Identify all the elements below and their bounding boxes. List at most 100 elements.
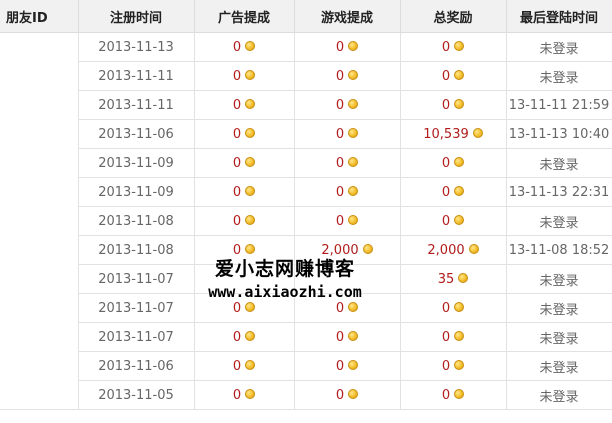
cell-game-commission-value: 0 [335, 155, 345, 171]
cell-ad-commission-value: 0 [232, 126, 242, 142]
cell-last-login: 未登录 [506, 264, 612, 294]
cell-total-reward: 0 [400, 293, 507, 323]
cell-ad-commission: 0 [194, 119, 295, 149]
cell-register-time: 2013-11-07 [78, 293, 195, 323]
cell-last-login: 未登录 [506, 351, 612, 381]
header-game-commission[interactable]: 游戏提成 [294, 0, 401, 33]
cell-ad-commission: 0 [194, 61, 295, 91]
table-row: 2013-11-07 35 未登录 [0, 264, 612, 294]
cell-game-commission: 0 [294, 293, 401, 323]
gold-coin-icon [454, 360, 465, 370]
cell-last-login: 13-11-13 10:40 [506, 119, 612, 149]
cell-total-reward: 0 [400, 177, 507, 207]
gold-coin-icon [245, 215, 256, 225]
cell-register-time: 2013-11-08 [78, 235, 195, 265]
cell-ad-commission-value: 0 [232, 97, 242, 113]
gold-coin-icon [245, 244, 256, 254]
cell-last-login: 未登录 [506, 293, 612, 323]
table-row: 2013-11-07 0 0 0 未登录 [0, 322, 612, 352]
gold-coin-icon [245, 41, 256, 51]
cell-game-commission: 0 [294, 351, 401, 381]
header-friend-id[interactable]: 朋友ID [0, 0, 79, 33]
cell-register-time: 2013-11-09 [78, 177, 195, 207]
cell-total-reward: 0 [400, 148, 507, 178]
gold-coin-icon [245, 360, 256, 370]
gold-coin-icon [348, 70, 359, 80]
cell-register-time: 2013-11-09 [78, 148, 195, 178]
cell-game-commission-value: 0 [335, 39, 345, 55]
table-row: 2013-11-06 0 0 0 未登录 [0, 351, 612, 381]
header-register-time[interactable]: 注册时间 [78, 0, 195, 33]
cell-ad-commission-value: 0 [232, 213, 242, 229]
cell-total-reward-value: 0 [441, 329, 451, 345]
header-total-reward[interactable]: 总奖励 [400, 0, 507, 33]
cell-register-time: 2013-11-11 [78, 90, 195, 120]
header-ad-commission[interactable]: 广告提成 [194, 0, 295, 33]
cell-total-reward: 2,000 [400, 235, 507, 265]
table-row: 2013-11-07 0 0 0 未登录 [0, 293, 612, 323]
cell-total-reward-value: 10,539 [423, 126, 469, 142]
cell-total-reward: 0 [400, 322, 507, 352]
cell-game-commission-value: 0 [335, 213, 345, 229]
cell-friend-id [0, 264, 79, 294]
cell-ad-commission: 0 [194, 206, 295, 236]
cell-total-reward: 0 [400, 206, 507, 236]
cell-game-commission: 2,000 [294, 235, 401, 265]
table-row: 2013-11-08 0 2,000 2,000 13-11-08 18:52 [0, 235, 612, 265]
cell-total-reward-value: 35 [437, 271, 455, 287]
cell-total-reward: 0 [400, 90, 507, 120]
cell-last-login: 13-11-13 22:31 [506, 177, 612, 207]
cell-ad-commission-value: 0 [232, 242, 242, 258]
cell-friend-id [0, 206, 79, 236]
table-row: 2013-11-11 0 0 0 未登录 [0, 61, 612, 91]
table-row: 2013-11-09 0 0 0 13-11-13 22:31 [0, 177, 612, 207]
cell-game-commission-value: 0 [335, 97, 345, 113]
cell-game-commission: 0 [294, 380, 401, 410]
gold-coin-icon [454, 70, 465, 80]
cell-game-commission-value: 2,000 [321, 242, 359, 258]
table-row: 2013-11-08 0 0 0 未登录 [0, 206, 612, 236]
friends-reward-table: 朋友ID 注册时间 广告提成 游戏提成 总奖励 最后登陆时间 2013-11-1… [0, 0, 612, 410]
cell-total-reward: 0 [400, 61, 507, 91]
cell-register-time: 2013-11-08 [78, 206, 195, 236]
cell-friend-id [0, 119, 79, 149]
table-row: 2013-11-13 0 0 0 未登录 [0, 32, 612, 62]
gold-coin-icon [245, 186, 256, 196]
cell-total-reward-value: 0 [441, 300, 451, 316]
cell-register-time: 2013-11-07 [78, 322, 195, 352]
cell-friend-id [0, 351, 79, 381]
cell-game-commission [294, 264, 401, 294]
gold-coin-icon [454, 186, 465, 196]
cell-game-commission-value: 0 [335, 184, 345, 200]
cell-game-commission-value: 0 [335, 329, 345, 345]
gold-coin-icon [245, 389, 256, 399]
gold-coin-icon [454, 215, 465, 225]
table-row: 2013-11-11 0 0 0 13-11-11 21:59 [0, 90, 612, 120]
cell-ad-commission-value: 0 [232, 329, 242, 345]
cell-register-time: 2013-11-07 [78, 264, 195, 294]
cell-last-login: 未登录 [506, 148, 612, 178]
cell-ad-commission: 0 [194, 380, 295, 410]
cell-game-commission: 0 [294, 90, 401, 120]
cell-ad-commission: 0 [194, 351, 295, 381]
gold-coin-icon [454, 302, 465, 312]
cell-friend-id [0, 32, 79, 62]
gold-coin-icon [348, 302, 359, 312]
gold-coin-icon [454, 157, 465, 167]
header-last-login[interactable]: 最后登陆时间 [506, 0, 612, 33]
cell-total-reward-value: 0 [441, 358, 451, 374]
gold-coin-icon [458, 273, 469, 283]
cell-ad-commission: 0 [194, 293, 295, 323]
cell-ad-commission [194, 264, 295, 294]
cell-total-reward-value: 2,000 [427, 242, 465, 258]
gold-coin-icon [348, 360, 359, 370]
cell-last-login: 13-11-11 21:59 [506, 90, 612, 120]
cell-ad-commission: 0 [194, 177, 295, 207]
cell-friend-id [0, 148, 79, 178]
cell-total-reward: 35 [400, 264, 507, 294]
cell-last-login: 未登录 [506, 322, 612, 352]
gold-coin-icon [245, 157, 256, 167]
cell-ad-commission-value: 0 [232, 387, 242, 403]
gold-coin-icon [472, 128, 483, 138]
gold-coin-icon [348, 99, 359, 109]
